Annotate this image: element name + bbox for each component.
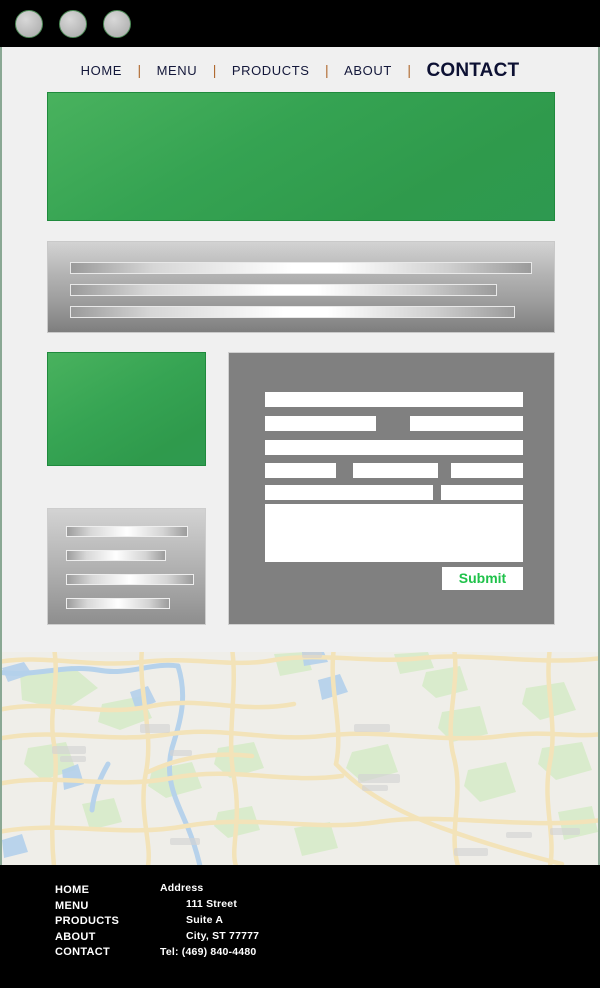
footer-nav-about[interactable]: ABOUT <box>55 930 119 946</box>
nav-item-products[interactable]: PRODUCTS <box>230 63 312 78</box>
page-body: HOME | MENU | PRODUCTS | ABOUT | CONTACT <box>0 47 600 865</box>
nav-separator: | <box>407 62 412 78</box>
footer-navigation: HOME MENU PRODUCTS ABOUT CONTACT <box>55 883 119 961</box>
nav-item-menu[interactable]: MENU <box>155 63 200 78</box>
list-item <box>66 574 194 585</box>
city-field[interactable] <box>353 463 438 478</box>
state-field[interactable] <box>451 463 523 478</box>
footer-nav-products[interactable]: PRODUCTS <box>55 914 119 930</box>
hero-banner <box>47 92 555 221</box>
list-placeholder-panel <box>47 508 206 625</box>
address-heading: Address <box>160 882 204 894</box>
last-name-field[interactable] <box>410 416 523 431</box>
phone-field[interactable] <box>265 485 433 500</box>
content-bar-1 <box>70 262 532 274</box>
address-field[interactable] <box>265 463 336 478</box>
message-textarea[interactable] <box>265 504 523 562</box>
content-bar-3 <box>70 306 515 318</box>
nav-separator: | <box>325 62 329 78</box>
address-line-1: 111 Street <box>186 898 238 910</box>
content-bars-panel <box>47 241 555 333</box>
window-dot-minimize-icon[interactable] <box>59 10 87 38</box>
nav-separator: | <box>137 62 142 78</box>
footer-nav-contact[interactable]: CONTACT <box>55 945 119 961</box>
nav-item-home[interactable]: HOME <box>79 63 124 78</box>
nav-separator: | <box>212 62 217 78</box>
address-line-2: Suite A <box>186 914 224 926</box>
page-footer: HOME MENU PRODUCTS ABOUT CONTACT Address… <box>0 865 600 988</box>
nav-item-about[interactable]: ABOUT <box>342 63 394 78</box>
nav-item-contact[interactable]: CONTACT <box>424 60 521 82</box>
footer-address: Address 111 Street Suite A City, ST 7777… <box>160 880 259 960</box>
browser-window: HOME | MENU | PRODUCTS | ABOUT | CONTACT <box>0 0 600 988</box>
footer-nav-home[interactable]: HOME <box>55 883 119 899</box>
list-item <box>66 550 166 561</box>
name-field[interactable] <box>265 392 523 407</box>
list-item <box>66 598 170 609</box>
email-field[interactable] <box>265 440 523 455</box>
footer-nav-menu[interactable]: MENU <box>55 899 119 915</box>
contact-form: Submit <box>228 352 555 625</box>
window-dot-maximize-icon[interactable] <box>103 10 131 38</box>
list-item <box>66 526 188 537</box>
window-title-bar <box>0 0 600 47</box>
window-dot-close-icon[interactable] <box>15 10 43 38</box>
image-placeholder <box>47 352 206 466</box>
address-line-3: City, ST 77777 <box>186 930 260 942</box>
first-name-field[interactable] <box>265 416 376 431</box>
map-canvas <box>2 652 598 865</box>
location-map[interactable] <box>2 652 598 865</box>
zip-field[interactable] <box>441 485 523 500</box>
submit-button[interactable]: Submit <box>442 567 523 590</box>
content-bar-2 <box>70 284 497 296</box>
main-navigation: HOME | MENU | PRODUCTS | ABOUT | CONTACT <box>2 59 598 81</box>
address-phone: Tel: (469) 840-4480 <box>160 946 257 958</box>
